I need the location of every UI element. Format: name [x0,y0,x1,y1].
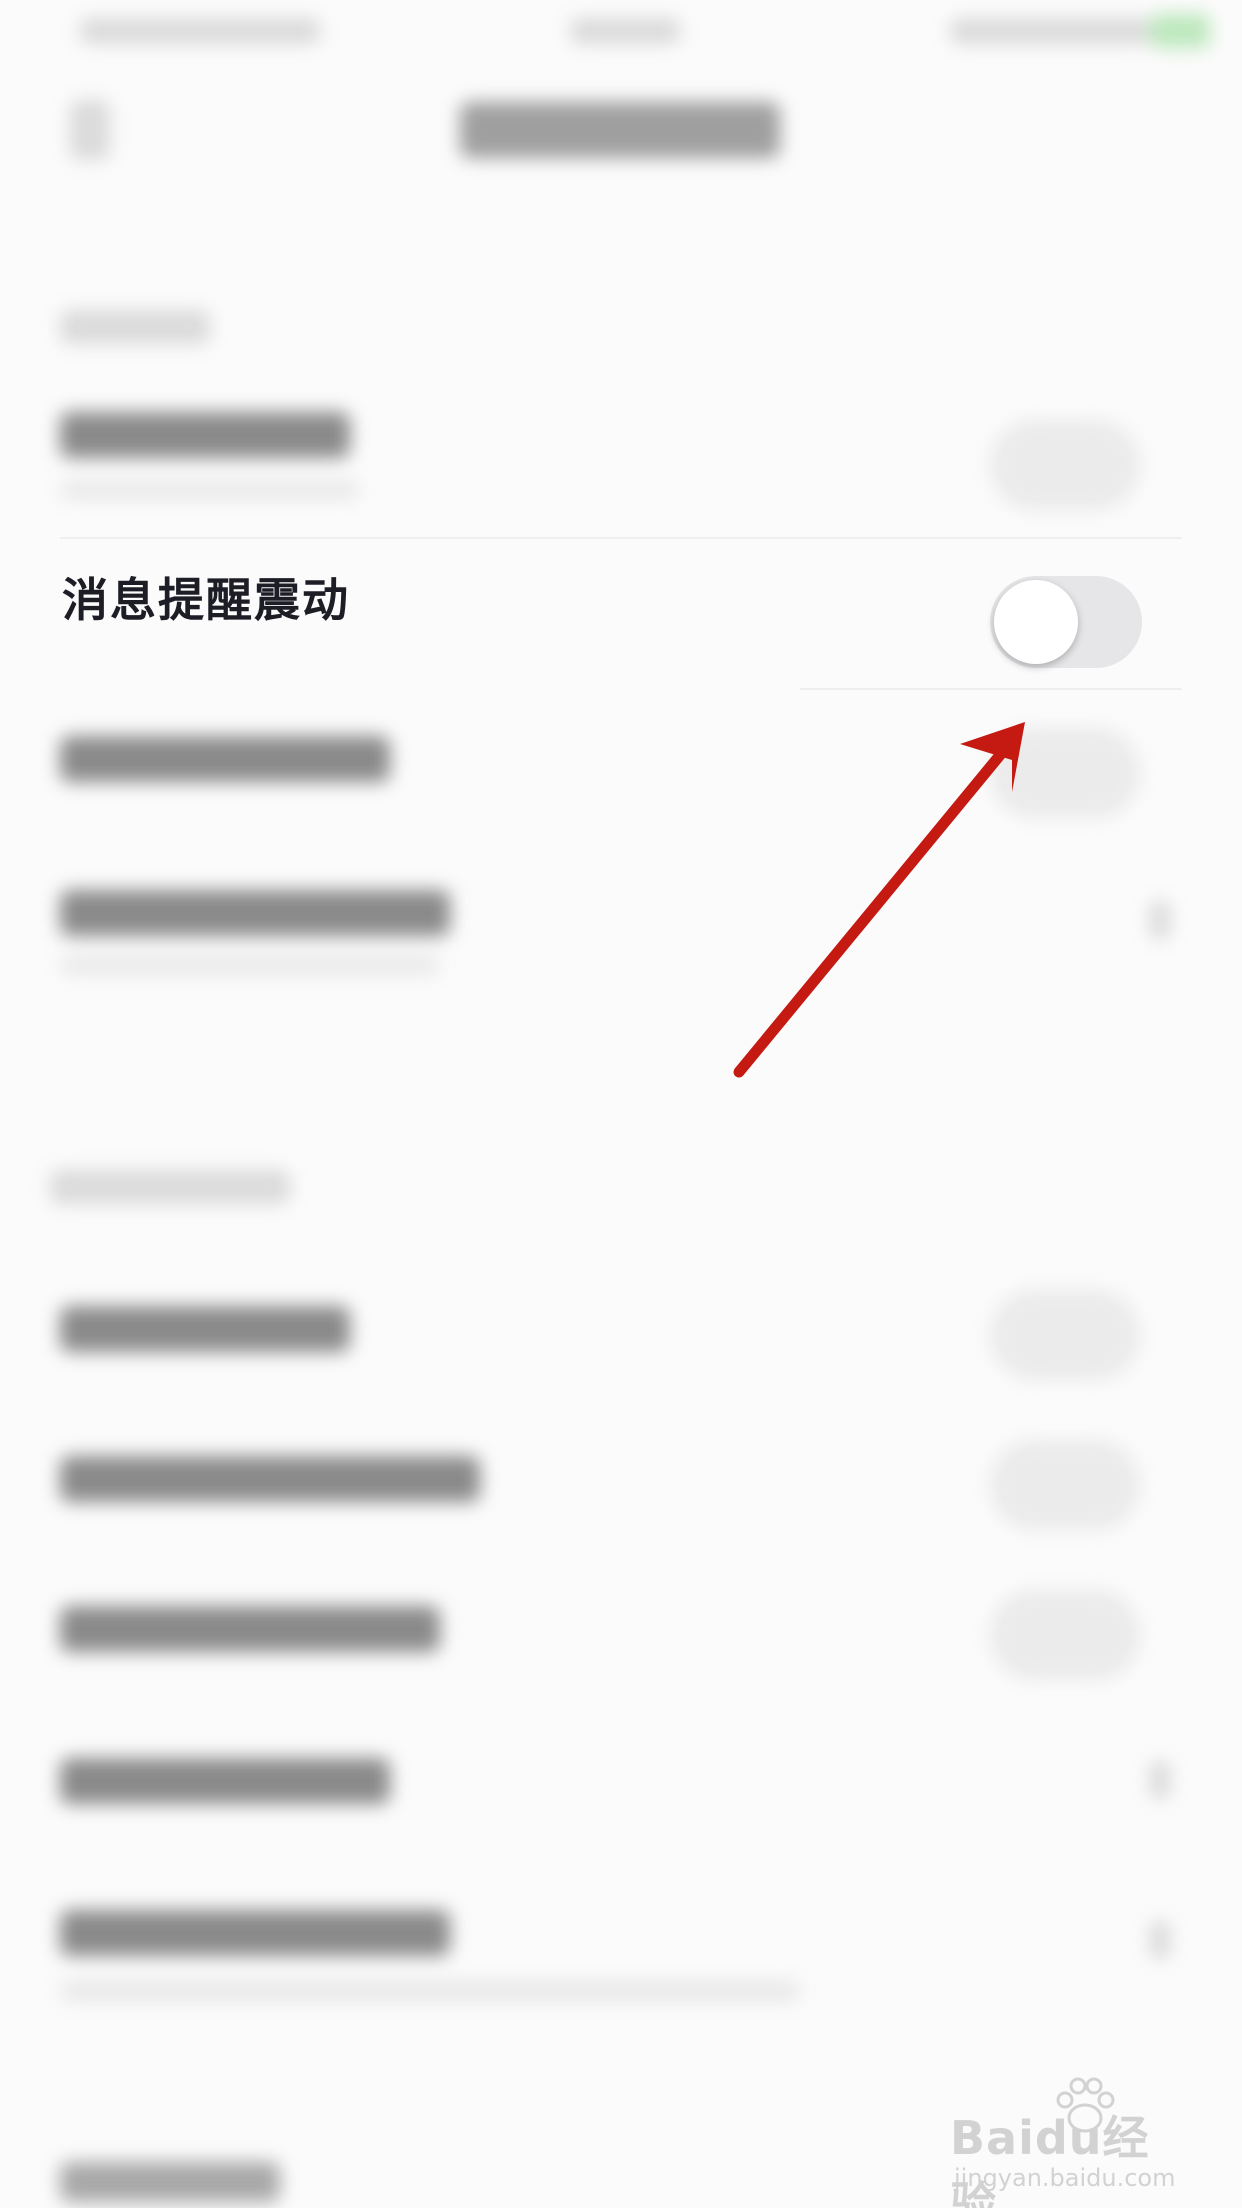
blurred-section-header-3 [0,2140,400,2208]
blurred-row-3 [0,700,1242,840]
blurred-row-4 [0,860,1242,1000]
toggle-knob [994,580,1078,664]
blurred-row-7 [0,1570,1242,1700]
blurred-section-header-2 [0,1140,400,1220]
blurred-row-8 [0,1720,1242,1850]
blurred-section-header-1 [0,290,400,360]
blurred-row-1 [0,390,1242,540]
row-divider-top [60,537,1182,539]
blurred-row-5 [0,1270,1242,1400]
vibration-toggle-switch[interactable] [990,576,1142,668]
watermark-url: jingyan.baidu.com [954,2164,1176,2192]
vibration-row-label: 消息提醒震动 [62,573,350,627]
watermark-brand: Baidu经验 [950,2111,1150,2208]
blurred-row-6 [0,1420,1242,1550]
blurred-status-bar [0,0,1242,60]
blurred-row-9 [0,1880,1242,2040]
blurred-nav-bar [0,80,1242,200]
row-divider-bottom [800,688,1182,690]
baidu-jingyan-watermark: Baidu经验 jingyan.baidu.com [950,2072,1190,2208]
